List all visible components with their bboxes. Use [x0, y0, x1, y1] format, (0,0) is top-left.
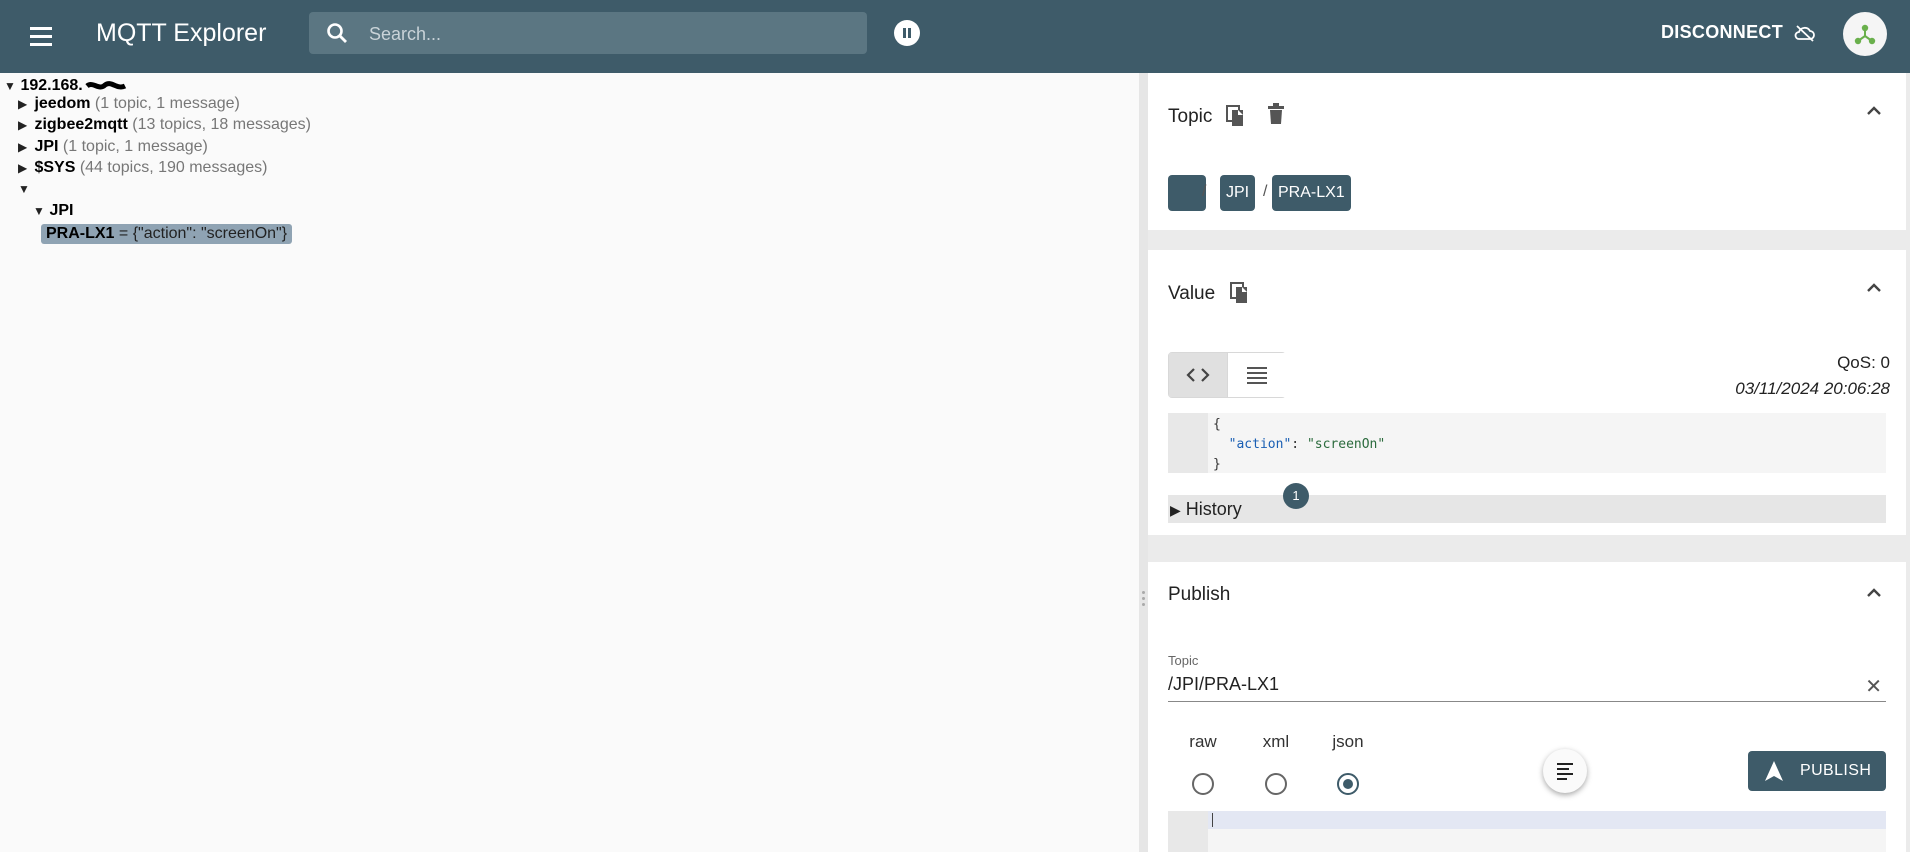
selected-topic-value: = {"action": "screenOn"} [118, 225, 288, 242]
collapsed-arrow-icon: ▶ [18, 97, 28, 111]
topic-panel-title: Topic [1168, 106, 1213, 127]
collapsed-arrow-icon: ▶ [18, 140, 28, 154]
tree-root-label: 192.168. [20, 77, 83, 94]
network-icon [1854, 24, 1876, 45]
redaction-scribble [85, 80, 127, 90]
code-gutter [1168, 811, 1208, 852]
chevron-up-icon[interactable] [1862, 276, 1886, 300]
details-sidebar: Topic / JPI / PRA-LX1 Value QoS: 0 03/11… [1148, 73, 1910, 852]
format-label-raw: raw [1189, 732, 1217, 751]
active-line [1208, 811, 1886, 829]
publish-button[interactable]: PUBLISH [1748, 751, 1886, 791]
raw-view-button[interactable] [1227, 353, 1286, 397]
publish-topic-label: Topic [1168, 653, 1199, 668]
lines-icon [1247, 367, 1267, 384]
format-label-json: json [1332, 732, 1364, 751]
disconnect-button[interactable]: DISCONNECT [1661, 22, 1816, 43]
code-value: "screenOn" [1306, 437, 1386, 452]
value-view-toggle [1168, 352, 1286, 398]
selected-topic-name: PRA-LX1 [46, 225, 115, 242]
publish-panel-title: Publish [1168, 584, 1231, 605]
delete-icon[interactable] [1267, 103, 1285, 125]
search-box[interactable] [309, 12, 867, 56]
topic-tree: ▼ 192.168. ▶ jeedom (1 topic, 1 message)… [0, 73, 1140, 852]
format-radio-raw[interactable] [1192, 773, 1214, 795]
value-panel-title: Value [1168, 283, 1216, 304]
collapsed-arrow-icon: ▶ [18, 118, 28, 132]
chevron-up-icon[interactable] [1862, 581, 1886, 605]
breadcrumb-jpi[interactable]: JPI [1220, 175, 1256, 211]
search-icon [327, 23, 347, 43]
qos-label: QoS: 0 [1837, 353, 1890, 372]
message-timestamp: 03/11/2024 20:06:28 [1735, 379, 1890, 398]
tree-item-selected[interactable]: PRA-LX1 = {"action": "screenOn"} [41, 224, 293, 244]
tree-item-jpi-child[interactable]: ▼ JPI [33, 202, 73, 220]
collapsed-arrow-icon: ▶ [1170, 502, 1181, 518]
chevron-up-icon[interactable] [1862, 99, 1886, 123]
code-line: } [1213, 457, 1221, 472]
menu-icon[interactable] [26, 22, 56, 52]
publish-topic-input[interactable] [1168, 670, 1848, 698]
breadcrumb-root[interactable] [1168, 175, 1206, 211]
format-radio-xml[interactable] [1265, 773, 1287, 795]
tree-root[interactable]: ▼ 192.168. [4, 77, 127, 95]
publish-panel: Publish [1148, 562, 1906, 852]
code-key: "action" [1228, 437, 1292, 452]
breadcrumb-separator: / [1202, 183, 1207, 200]
history-count-badge: 1 [1283, 483, 1309, 509]
expanded-arrow-icon: ▼ [33, 204, 45, 218]
history-toggle[interactable]: ▶ History 1 [1168, 483, 1886, 523]
pane-resize-handle[interactable] [1139, 73, 1148, 852]
code-icon [1186, 368, 1210, 382]
code-view-button[interactable] [1169, 353, 1227, 397]
breadcrumb-separator: / [1263, 183, 1268, 200]
clear-icon[interactable]: ✕ [1865, 674, 1882, 699]
format-radio-json[interactable] [1337, 773, 1359, 795]
cloud-off-icon [1794, 25, 1816, 42]
topic-panel: Topic / JPI / PRA-LX1 [1148, 73, 1906, 230]
tree-item-zigbee2mqtt[interactable]: ▶ zigbee2mqtt (13 topics, 18 messages) [18, 116, 311, 134]
value-code-viewer[interactable]: { "action": "screenOn" } [1168, 413, 1886, 473]
text-cursor [1212, 813, 1213, 827]
send-icon [1765, 761, 1783, 781]
search-input[interactable] [367, 12, 851, 56]
expanded-arrow-icon: ▼ [18, 182, 30, 196]
app-bar: MQTT Explorer DISCONNECT [0, 0, 1910, 73]
copy-icon[interactable] [1230, 282, 1250, 304]
format-label-xml: xml [1262, 732, 1290, 751]
code-line: { [1213, 417, 1221, 432]
publish-payload-editor[interactable] [1168, 811, 1886, 852]
format-code-button[interactable] [1543, 749, 1587, 793]
breadcrumb-pra-lx1[interactable]: PRA-LX1 [1272, 175, 1351, 211]
pause-icon[interactable] [894, 20, 920, 46]
code-gutter [1168, 413, 1208, 473]
tree-item-sys[interactable]: ▶ $SYS (44 topics, 190 messages) [18, 159, 267, 177]
disconnect-label: DISCONNECT [1661, 22, 1784, 42]
collapsed-arrow-icon: ▶ [18, 161, 28, 175]
tree-item-jeedom[interactable]: ▶ jeedom (1 topic, 1 message) [18, 95, 240, 113]
publish-topic-field[interactable]: ✕ [1168, 670, 1886, 702]
publish-button-label: PUBLISH [1800, 762, 1872, 779]
tree-item-empty[interactable]: ▼ [18, 180, 30, 198]
format-align-icon [1557, 763, 1573, 780]
avatar[interactable] [1843, 12, 1887, 56]
history-label: History [1185, 499, 1242, 519]
expanded-arrow-icon: ▼ [4, 79, 16, 93]
app-title: MQTT Explorer [96, 19, 267, 47]
copy-icon[interactable] [1226, 105, 1246, 127]
tree-item-jpi[interactable]: ▶ JPI (1 topic, 1 message) [18, 138, 208, 156]
